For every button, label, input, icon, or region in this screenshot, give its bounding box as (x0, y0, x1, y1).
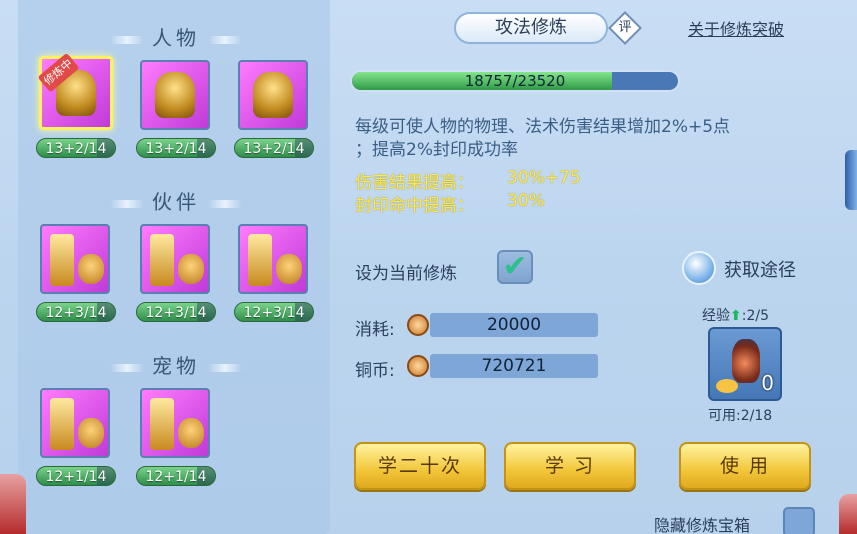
side-tab-handle[interactable] (845, 150, 857, 210)
obtain-source-icon[interactable] (682, 251, 716, 285)
level-text: 12+1/14 (145, 469, 207, 485)
level-text: 13+2/14 (45, 141, 107, 157)
gold-coins-icon (716, 379, 738, 393)
section-title-pets: 宠物 (76, 350, 276, 379)
coin-icon (407, 355, 429, 377)
title-ornament-icon (110, 199, 144, 208)
title-ornament-icon (110, 35, 144, 44)
partner-slot-2[interactable] (140, 224, 210, 294)
stat-seal-bonus: 封印命中提高： 30% (355, 191, 545, 216)
section-title-text: 伙伴 (152, 190, 200, 214)
partner-slot-1[interactable] (40, 224, 110, 294)
hide-chest-checkbox[interactable] (783, 507, 815, 534)
up-arrow-icon: ⬆ (730, 308, 742, 324)
learn-button[interactable]: 学 习 (504, 442, 636, 490)
pet-slot-2[interactable] (140, 388, 210, 458)
level-text: 12+3/14 (243, 305, 305, 321)
partner-level-2: 12+3/14 (136, 302, 216, 322)
title-ornament-icon (208, 199, 242, 208)
sword-icon (50, 398, 74, 450)
stat-label: 伤害结果提高： (355, 173, 474, 193)
hide-chest-label: 隐藏修炼宝箱 (654, 516, 751, 534)
use-button[interactable]: 使 用 (679, 442, 811, 490)
copper-label: 铜币: (355, 361, 395, 381)
title-ornament-icon (208, 363, 242, 372)
stat-value: 30%+75 (507, 168, 581, 188)
section-title-text: 人物 (152, 26, 200, 50)
partner-level-1: 12+3/14 (36, 302, 116, 322)
cat-icon (78, 418, 104, 448)
rate-icon[interactable]: 评 (608, 11, 642, 45)
item-available: 可用:2/18 (708, 408, 773, 424)
exp-value: :2/5 (741, 308, 769, 324)
partner-slot-3[interactable] (238, 224, 308, 294)
partner-level-3: 12+3/14 (234, 302, 314, 322)
section-title-characters: 人物 (76, 22, 276, 51)
consume-label: 消耗: (355, 320, 395, 340)
level-text: 13+2/14 (243, 141, 305, 157)
training-description: 每级可使人物的物理、法术伤害结果增加2%+5点 ；提高2%封印成功率 (355, 116, 815, 162)
sword-icon (50, 234, 74, 286)
section-title-text: 宠物 (152, 354, 200, 378)
set-current-checkbox[interactable]: ✔ (497, 250, 533, 284)
pet-level-2: 12+1/14 (136, 466, 216, 486)
character-slot-3[interactable] (238, 60, 308, 130)
obtain-source-link[interactable]: 获取途径 (724, 256, 796, 282)
shield-warrior-icon (155, 72, 195, 118)
level-text: 12+3/14 (145, 305, 207, 321)
gauntlet-icon (248, 234, 272, 286)
character-level-3: 13+2/14 (234, 138, 314, 158)
lion-icon (78, 254, 104, 284)
about-breakthrough-link[interactable]: 关于修炼突破 (688, 16, 784, 40)
pet-level-1: 12+1/14 (36, 466, 116, 486)
consume-value: 20000 (430, 313, 598, 337)
title-ornament-icon (208, 35, 242, 44)
exp-text: 经验 (702, 308, 730, 324)
item-exp-label: 经验⬆:2/5 (702, 305, 769, 325)
rate-icon-label: 评 (618, 20, 632, 35)
title-ornament-icon (110, 363, 144, 372)
exp-progress-bar: 18757/23520 (350, 70, 680, 92)
tab-attack-training[interactable]: 攻法修炼 (454, 12, 608, 44)
checkmark-icon: ✔ (502, 249, 528, 284)
copper-value: 720721 (430, 354, 598, 378)
stat-damage-bonus: 伤害结果提高： 30%+75 (355, 168, 581, 193)
corner-ornament-right (839, 494, 857, 534)
character-slot-1[interactable]: 修炼中 (37, 52, 113, 130)
training-window: 人物 修炼中 13+2/14 13+2/14 13+2/14 伙伴 12+3/1… (0, 0, 857, 534)
character-slot-2[interactable] (140, 60, 210, 130)
character-level-1: 13+2/14 (36, 138, 116, 158)
lion-icon (178, 254, 204, 284)
lion-icon (276, 254, 302, 284)
level-text: 12+1/14 (45, 469, 107, 485)
item-count: 0 (761, 371, 774, 395)
pet-slot-1[interactable] (40, 388, 110, 458)
shield-icon (150, 234, 174, 286)
learn-twenty-button[interactable]: 学二十次 (354, 442, 486, 490)
cat-icon (178, 418, 204, 448)
vase-icon (732, 339, 760, 383)
coin-icon (407, 314, 429, 336)
stat-value: 30% (507, 191, 545, 211)
set-current-label: 设为当前修炼 (355, 264, 457, 284)
description-line-1: 每级可使人物的物理、法术伤害结果增加2%+5点 (355, 117, 731, 137)
training-chest-item[interactable]: 0 (708, 327, 782, 401)
description-line-2: ；提高2%封印成功率 (355, 140, 518, 160)
level-text: 13+2/14 (145, 141, 207, 157)
level-text: 12+3/14 (45, 305, 107, 321)
stat-label: 封印命中提高： (355, 196, 474, 216)
progress-text: 18757/23520 (464, 72, 566, 90)
section-title-partners: 伙伴 (76, 186, 276, 215)
shield-icon (150, 398, 174, 450)
corner-ornament-left (0, 474, 26, 534)
glowing-warrior-icon (253, 72, 293, 118)
character-level-2: 13+2/14 (136, 138, 216, 158)
